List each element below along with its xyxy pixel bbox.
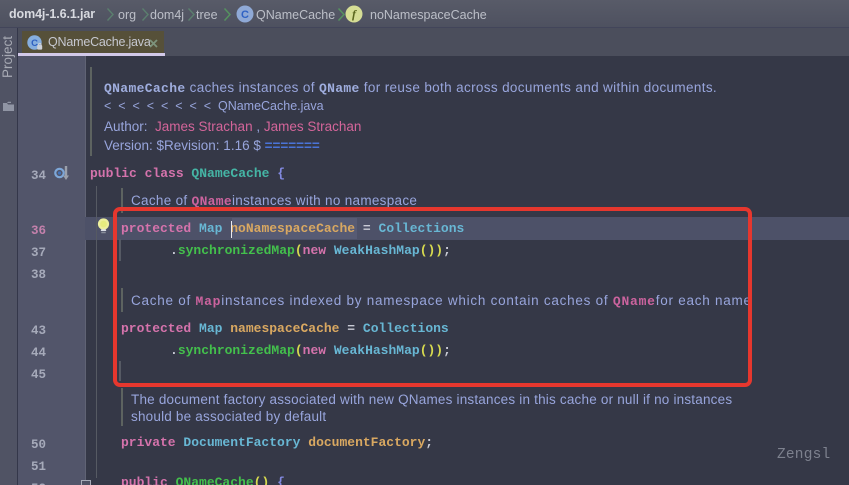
svg-text:C: C — [241, 9, 249, 21]
svg-text:C: C — [31, 38, 38, 49]
